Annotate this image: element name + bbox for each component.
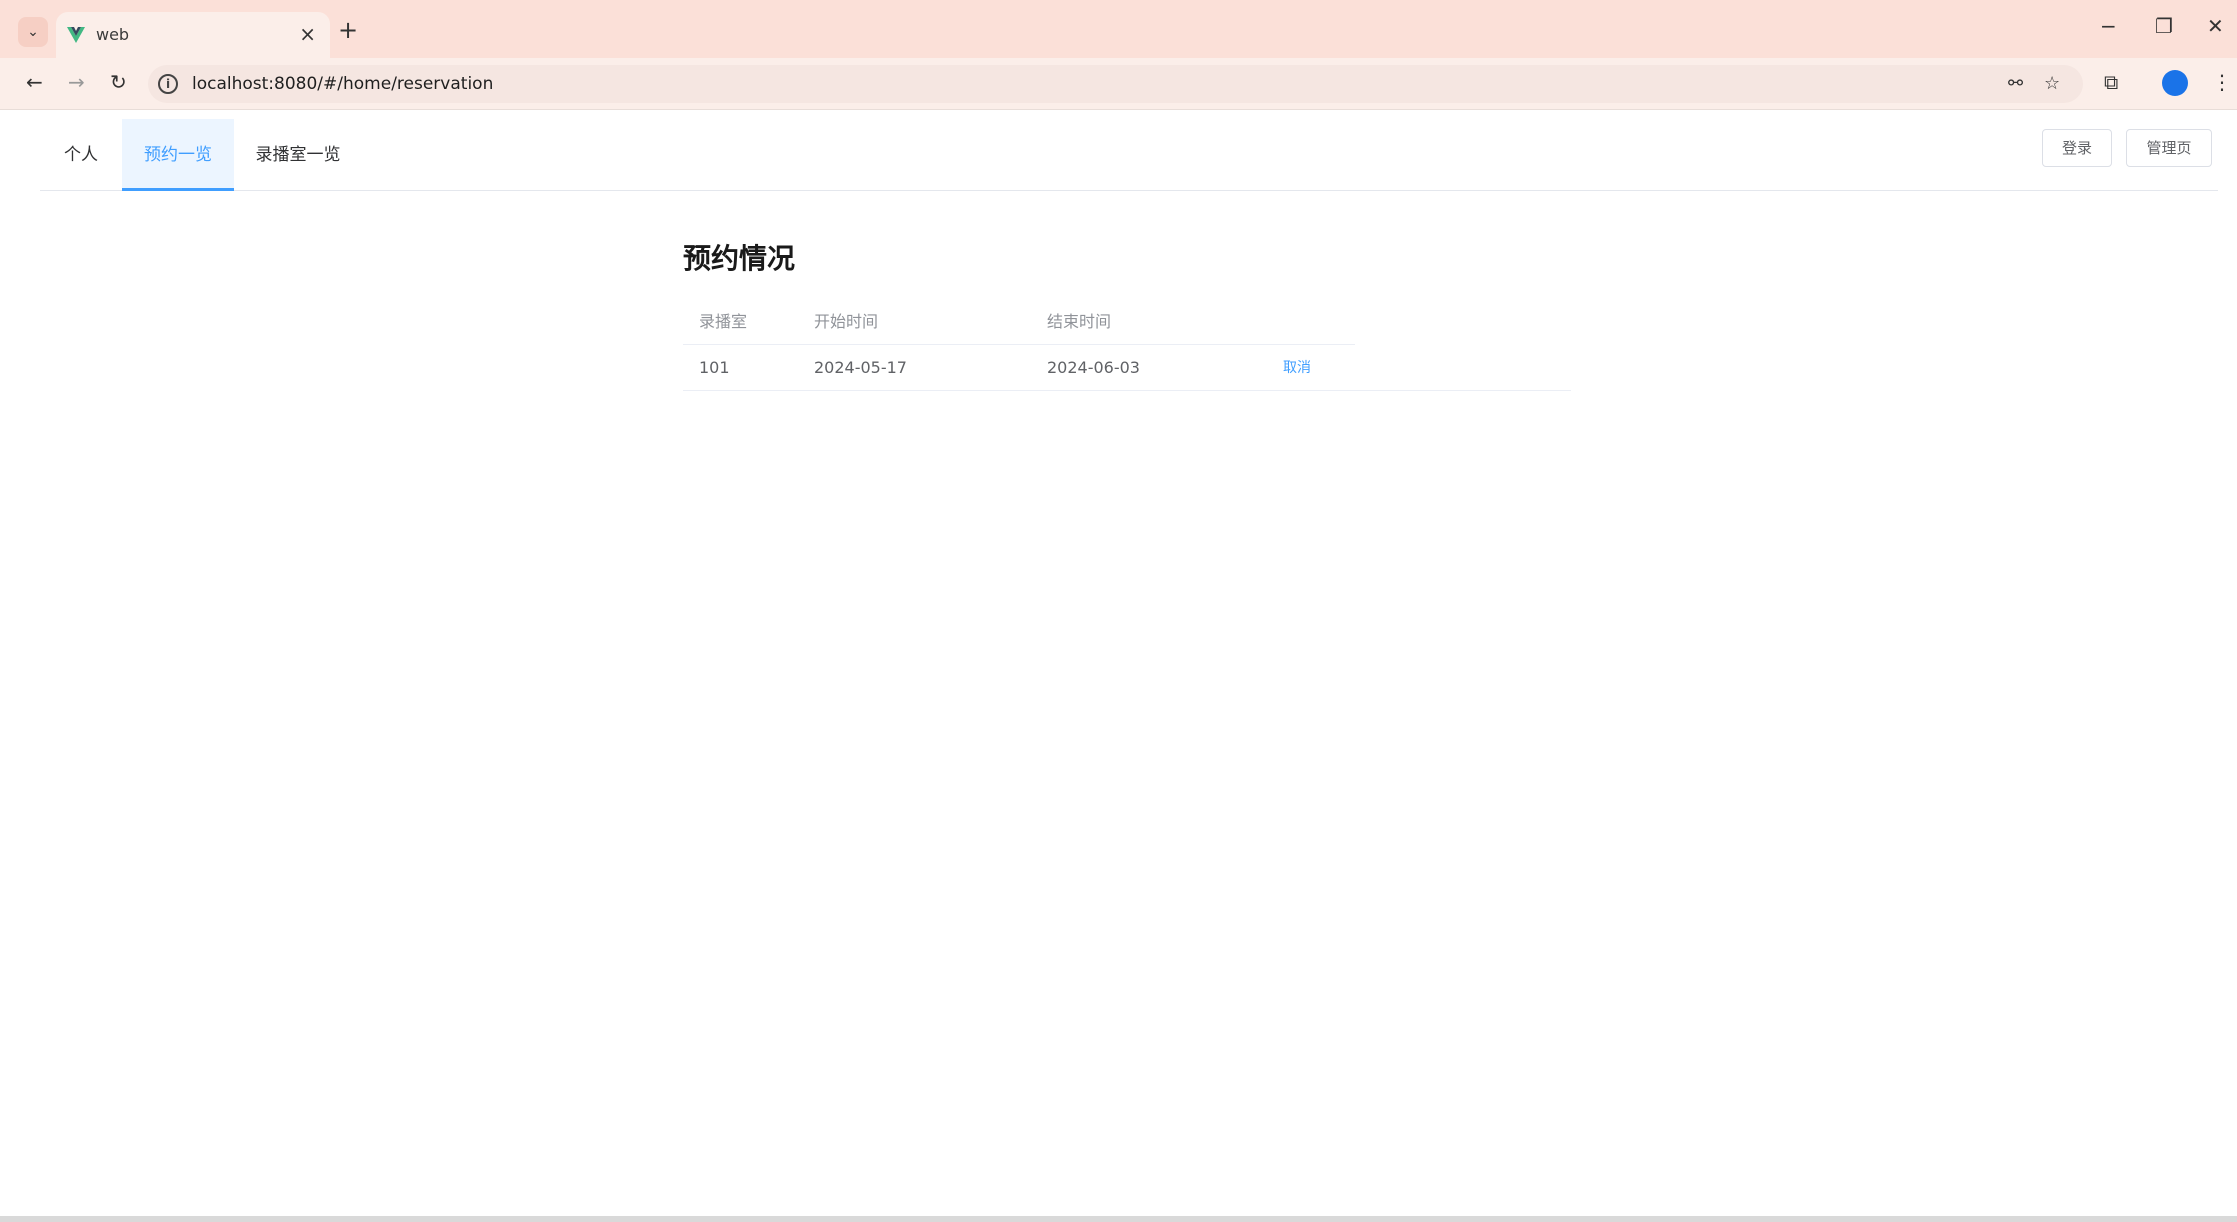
menu-item-label: 预约一览	[144, 145, 212, 165]
bookmark-star-icon[interactable]: ☆	[2044, 73, 2060, 94]
column-header-end: 结束时间	[1047, 312, 1112, 331]
cell-start-date: 2024-05-17	[814, 358, 907, 377]
cell-end-date: 2024-06-03	[1047, 358, 1140, 377]
minimize-icon[interactable]: −	[2100, 14, 2117, 38]
admin-button[interactable]: 管理页	[2126, 129, 2212, 167]
page-title: 预约情况	[683, 242, 796, 275]
menu-item-personal[interactable]: 个人	[40, 119, 122, 191]
top-nav-menu: 个人 预约一览 录播室一览 登录 管理页	[40, 119, 2218, 191]
reload-icon[interactable]: ↻	[110, 70, 127, 94]
extensions-icon[interactable]: ⧉	[2104, 70, 2118, 94]
menu-item-label: 个人	[64, 145, 98, 165]
browser-tab-strip: ⌄ web × + − ❐ ✕	[0, 0, 2237, 58]
login-button[interactable]: 登录	[2042, 129, 2112, 167]
restore-icon[interactable]: ❐	[2155, 14, 2173, 38]
menu-item-label: 录播室一览	[255, 145, 341, 165]
tab-title: web	[96, 25, 130, 44]
table-header: 录播室 开始时间 结束时间	[683, 299, 1355, 345]
tab-list-button[interactable]: ⌄	[18, 17, 48, 47]
reservation-table: 录播室 开始时间 结束时间 101 2024-05-17 2024-06-03 …	[683, 299, 1571, 391]
new-tab-button[interactable]: +	[338, 16, 358, 44]
column-header-start: 开始时间	[814, 312, 879, 331]
back-arrow-icon[interactable]: ←	[26, 70, 43, 94]
table-row: 101 2024-05-17 2024-06-03 取消	[683, 345, 1571, 391]
browser-tab[interactable]: web ×	[56, 12, 330, 58]
cancel-reservation-link[interactable]: 取消	[1283, 345, 1311, 391]
browser-toolbar: ← → ↻ i localhost:8080/#/home/reservatio…	[0, 58, 2237, 110]
site-info-icon[interactable]: i	[158, 74, 178, 94]
cell-room: 101	[699, 358, 730, 377]
address-url[interactable]: localhost:8080/#/home/reservation	[192, 74, 493, 94]
browser-menu-icon[interactable]: ⋮	[2212, 70, 2232, 94]
page-content: 个人 预约一览 录播室一览 登录 管理页 预约情况 录播室 开始时间 结束时间 …	[0, 111, 2237, 1222]
close-window-icon[interactable]: ✕	[2207, 14, 2224, 38]
password-key-icon[interactable]: ⚯	[2008, 73, 2023, 94]
window-bottom-edge	[0, 1216, 2237, 1222]
column-header-room: 录播室	[699, 312, 748, 331]
menu-item-reservations[interactable]: 预约一览	[122, 119, 234, 191]
vue-logo-icon	[67, 27, 85, 43]
forward-arrow-icon[interactable]: →	[68, 70, 85, 94]
chevron-down-icon: ⌄	[27, 24, 39, 40]
menu-item-studios[interactable]: 录播室一览	[234, 119, 362, 191]
profile-avatar[interactable]	[2162, 70, 2188, 96]
tab-close-icon[interactable]: ×	[299, 22, 316, 46]
address-bar[interactable]: i localhost:8080/#/home/reservation ⚯ ☆	[148, 65, 2083, 103]
